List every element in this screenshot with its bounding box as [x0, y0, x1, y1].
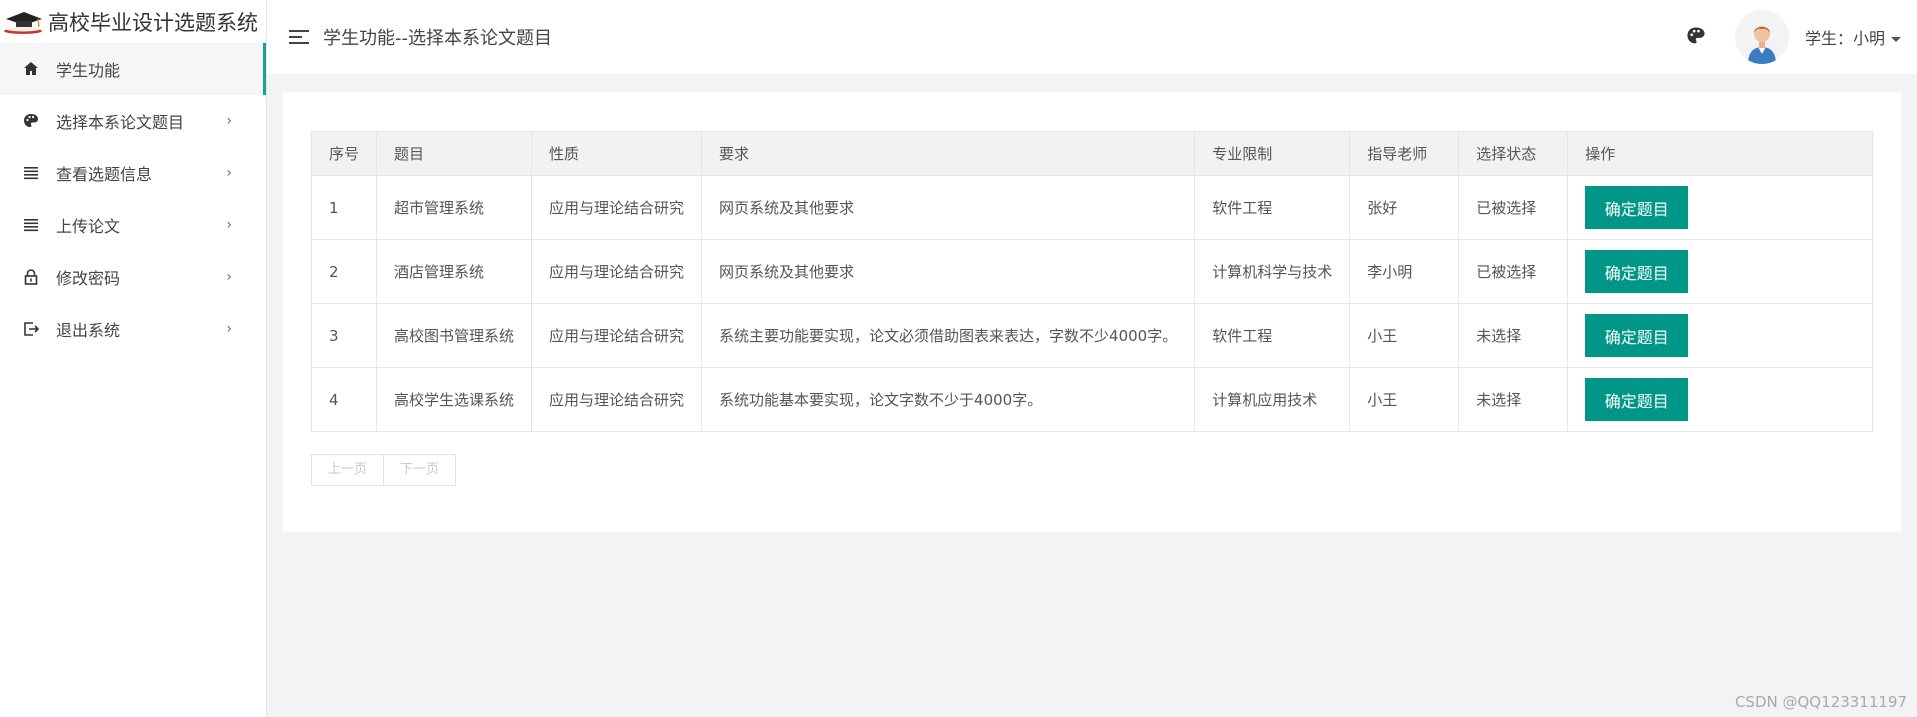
- user-name-label: 学生：小明: [1804, 29, 1885, 48]
- cell-requirement: 系统主要功能要实现，论文必须借助图表来表达，字数不少4000字。: [701, 303, 1196, 368]
- cell-teacher: 小王: [1349, 303, 1460, 368]
- cell-requirement: 系统功能基本要实现，论文字数不少于4000字。: [701, 367, 1196, 432]
- avatar[interactable]: [1735, 10, 1789, 64]
- sidebar-item-label: 选择本系论文题目: [56, 113, 185, 132]
- chevron-right-icon: ›: [226, 113, 232, 129]
- cell-teacher: 李小明: [1349, 239, 1460, 304]
- list-icon: [22, 164, 40, 182]
- cell-topic: 酒店管理系统: [376, 239, 533, 304]
- topics-table: 序号 题目 性质 要求 专业限制 指导老师 选择状态 操作 1 超市管理系统 应…: [310, 131, 1873, 432]
- column-header-requirement: 要求: [701, 131, 1196, 176]
- user-menu[interactable]: 学生：小明: [1805, 25, 1901, 49]
- top-header: 学生功能--选择本系论文题目 学生：小明: [267, 0, 1917, 74]
- prev-page-button[interactable]: 上一页: [311, 454, 385, 486]
- table-header-row: 序号 题目 性质 要求 专业限制 指导老师 选择状态 操作: [310, 131, 1873, 176]
- table-row: 1 超市管理系统 应用与理论结合研究 网页系统及其他要求 软件工程 张好 已被选…: [310, 175, 1873, 240]
- cell-topic: 高校学生选课系统: [376, 367, 533, 432]
- cell-major: 计算机科学与技术: [1194, 239, 1351, 304]
- sidebar: 高校毕业设计选题系统 学生功能 选择本系论文题目 › 查看选题信息 › 上传论文…: [0, 0, 267, 717]
- cell-no: 2: [310, 239, 378, 304]
- home-icon: [22, 60, 40, 78]
- app-title: 高校毕业设计选题系统: [48, 10, 258, 35]
- sidebar-item-label: 上传论文: [56, 217, 121, 236]
- sidebar-item-student-functions[interactable]: 学生功能: [0, 43, 266, 95]
- column-header-no: 序号: [310, 131, 378, 176]
- column-header-topic: 题目: [376, 131, 533, 176]
- menu-toggle-icon[interactable]: [287, 25, 311, 49]
- sidebar-item-label: 查看选题信息: [56, 165, 153, 184]
- cell-nature: 应用与理论结合研究: [531, 239, 703, 304]
- chevron-right-icon: ›: [226, 321, 232, 337]
- lock-icon: [22, 268, 40, 286]
- cell-action: 确定题目: [1567, 239, 1873, 304]
- cell-action: 确定题目: [1567, 367, 1873, 432]
- confirm-topic-button[interactable]: 确定题目: [1585, 186, 1689, 229]
- table-row: 3 高校图书管理系统 应用与理论结合研究 系统主要功能要实现，论文必须借助图表来…: [310, 303, 1873, 368]
- sidebar-item-view-topic-info[interactable]: 查看选题信息 ›: [0, 147, 266, 199]
- chevron-right-icon: ›: [226, 217, 232, 233]
- brand: 高校毕业设计选题系统: [0, 0, 266, 43]
- column-header-major: 专业限制: [1194, 131, 1351, 176]
- cell-requirement: 网页系统及其他要求: [701, 239, 1196, 304]
- cell-major: 软件工程: [1194, 303, 1351, 368]
- cell-major: 软件工程: [1194, 175, 1351, 240]
- sidebar-item-logout[interactable]: 退出系统 ›: [0, 303, 266, 355]
- watermark: CSDN @QQ123311197: [1734, 693, 1907, 711]
- column-header-status: 选择状态: [1458, 131, 1569, 176]
- cell-status: 已被选择: [1458, 239, 1569, 304]
- cell-action: 确定题目: [1567, 175, 1873, 240]
- cell-status: 已被选择: [1458, 175, 1569, 240]
- confirm-topic-button[interactable]: 确定题目: [1585, 314, 1689, 357]
- palette-icon: [22, 112, 40, 130]
- cell-action: 确定题目: [1567, 303, 1873, 368]
- cell-no: 4: [310, 367, 378, 432]
- graduation-cap-logo-icon: [2, 9, 44, 35]
- cell-teacher: 张好: [1349, 175, 1460, 240]
- content-card: 序号 题目 性质 要求 专业限制 指导老师 选择状态 操作 1 超市管理系统 应…: [283, 92, 1901, 532]
- table-row: 4 高校学生选课系统 应用与理论结合研究 系统功能基本要实现，论文字数不少于40…: [310, 367, 1873, 432]
- table-row: 2 酒店管理系统 应用与理论结合研究 网页系统及其他要求 计算机科学与技术 李小…: [310, 239, 1873, 304]
- cell-nature: 应用与理论结合研究: [531, 367, 703, 432]
- chevron-right-icon: ›: [226, 269, 232, 285]
- list-icon: [22, 216, 40, 234]
- sidebar-item-label: 学生功能: [56, 61, 121, 80]
- cell-major: 计算机应用技术: [1194, 367, 1351, 432]
- sidebar-item-label: 退出系统: [56, 321, 121, 340]
- cell-nature: 应用与理论结合研究: [531, 303, 703, 368]
- column-header-action: 操作: [1567, 131, 1873, 176]
- sidebar-item-label: 修改密码: [56, 269, 121, 288]
- sidebar-item-change-password[interactable]: 修改密码 ›: [0, 251, 266, 303]
- page-title: 学生功能--选择本系论文题目: [323, 28, 552, 49]
- cell-no: 1: [310, 175, 378, 240]
- confirm-topic-button[interactable]: 确定题目: [1585, 378, 1689, 421]
- sidebar-item-upload-thesis[interactable]: 上传论文 ›: [0, 199, 266, 251]
- column-header-teacher: 指导老师: [1349, 131, 1460, 176]
- cell-status: 未选择: [1458, 367, 1569, 432]
- cell-topic: 高校图书管理系统: [376, 303, 533, 368]
- cell-topic: 超市管理系统: [376, 175, 533, 240]
- cell-no: 3: [310, 303, 378, 368]
- cell-requirement: 网页系统及其他要求: [701, 175, 1196, 240]
- caret-down-icon: [1891, 37, 1901, 42]
- confirm-topic-button[interactable]: 确定题目: [1585, 250, 1689, 293]
- theme-palette-icon[interactable]: [1685, 25, 1707, 47]
- cell-nature: 应用与理论结合研究: [531, 175, 703, 240]
- logout-icon: [22, 320, 40, 338]
- chevron-right-icon: ›: [226, 165, 232, 181]
- cell-status: 未选择: [1458, 303, 1569, 368]
- cell-teacher: 小王: [1349, 367, 1460, 432]
- sidebar-item-select-topic[interactable]: 选择本系论文题目 ›: [0, 95, 266, 147]
- column-header-nature: 性质: [531, 131, 703, 176]
- pagination: 上一页 下一页: [311, 454, 457, 486]
- next-page-button[interactable]: 下一页: [384, 454, 457, 486]
